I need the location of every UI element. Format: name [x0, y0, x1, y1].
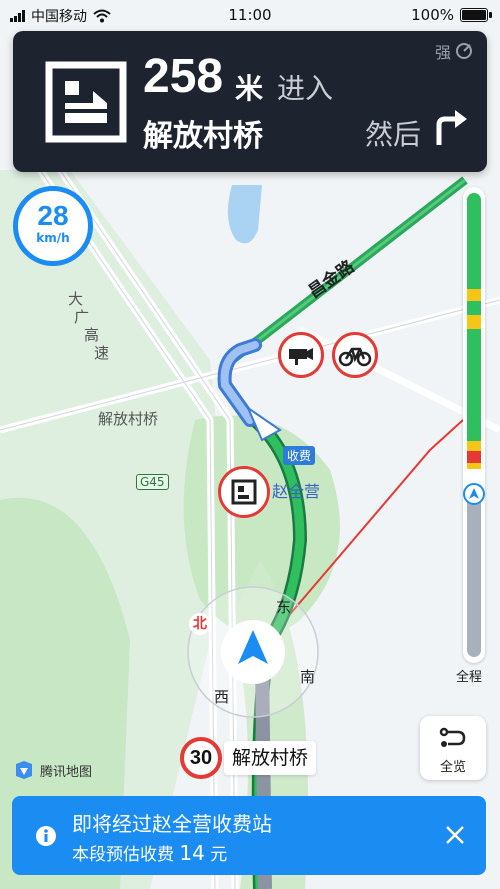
- distance-unit: 米: [235, 72, 264, 105]
- battery-icon: [460, 8, 492, 22]
- status-bar: 中国移动 11:00 100%: [0, 0, 500, 30]
- banner-subtitle: 本段预估收费 14 元: [72, 840, 227, 865]
- compass-east: 东: [276, 598, 292, 616]
- current-road-name: 解放村桥: [224, 741, 317, 775]
- speed-unit: km/h: [36, 231, 70, 245]
- toll-station-icon: [231, 479, 257, 505]
- traffic-seg-green: [467, 193, 481, 289]
- compass-south: 南: [300, 668, 316, 686]
- camera-icon: [289, 348, 313, 365]
- fee-unit: 元: [210, 845, 228, 865]
- tencent-map-logo-icon: [16, 761, 32, 779]
- route-overview-icon: [439, 727, 466, 747]
- traffic-seg-passed: [467, 485, 481, 657]
- traffic-seg-green: [467, 301, 481, 315]
- progress-marker-icon: [463, 483, 485, 505]
- camera-pin[interactable]: [278, 332, 324, 378]
- speed-limit-sign: 30: [180, 737, 222, 779]
- action-text: 进入: [277, 72, 334, 105]
- gps-signal: 强: [435, 39, 473, 63]
- bicycle-pin[interactable]: [332, 332, 378, 378]
- current-speed: 28 km/h: [13, 186, 93, 266]
- gps-signal-icon: [456, 43, 472, 59]
- compass-north: 北: [189, 613, 211, 635]
- next-road-name: 解放村桥: [143, 119, 263, 154]
- traffic-seg-red: [467, 451, 481, 463]
- toll-entry-icon: [45, 61, 127, 143]
- close-icon[interactable]: [444, 824, 466, 846]
- bicycle-icon: [338, 347, 372, 367]
- turn-right-icon: [436, 110, 467, 145]
- gps-signal-text: 强: [434, 43, 451, 62]
- compass-west: 西: [214, 688, 230, 706]
- traffic-seg-yellow: [467, 315, 481, 329]
- banner-title: 即将经过赵全营收费站: [72, 812, 272, 836]
- toll-notice-banner[interactable]: 即将经过赵全营收费站 本段预估收费 14 元: [12, 796, 486, 875]
- toll-station-pin[interactable]: [218, 466, 270, 518]
- overview-label: 全览: [439, 760, 466, 775]
- traffic-seg-yellow: [467, 289, 481, 301]
- road-label-dagao: 大 广 高 速: [68, 290, 110, 362]
- toll-tag[interactable]: 收费: [283, 446, 316, 465]
- fee-prefix: 本段预估收费: [72, 845, 174, 865]
- fee-amount: 14: [179, 841, 205, 865]
- battery-percent: 100%: [411, 6, 454, 24]
- guidance-card[interactable]: 258 米 进入 解放村桥 然后 强: [13, 31, 487, 172]
- distance-value: 258: [143, 50, 224, 103]
- place-label-zhaoquanying: 赵全营: [272, 482, 321, 501]
- highway-shield: G45: [136, 474, 169, 490]
- traffic-seg-green: [467, 329, 481, 441]
- then-text: 然后: [365, 118, 422, 151]
- info-icon: [36, 826, 56, 846]
- place-label-jiefang: 解放村桥: [98, 410, 159, 428]
- logo-text: 腾讯地图: [40, 764, 93, 780]
- tencent-map-logo: 腾讯地图: [14, 760, 92, 780]
- traffic-seg-yellow: [467, 441, 481, 451]
- traffic-seg-yellow: [467, 463, 481, 469]
- traffic-progress-bar[interactable]: [463, 187, 485, 663]
- overview-button[interactable]: 全览: [420, 716, 486, 780]
- full-route-label[interactable]: 全程: [456, 666, 482, 685]
- speed-value: 28: [37, 200, 69, 231]
